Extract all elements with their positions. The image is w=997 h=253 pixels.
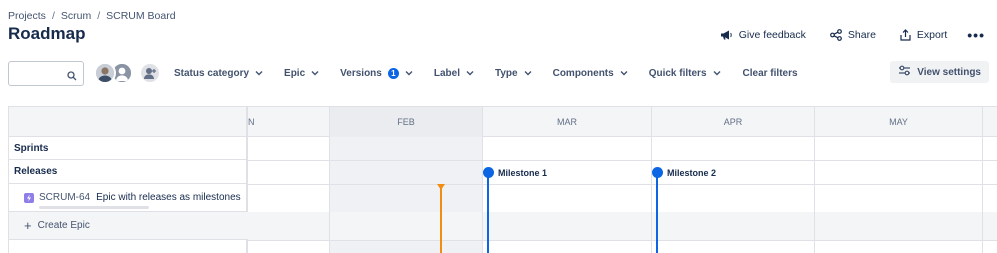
give-feedback-label: Give feedback bbox=[738, 29, 806, 41]
filter-label: Status category bbox=[174, 67, 250, 79]
milestone-marker[interactable] bbox=[483, 167, 494, 178]
page-title: Roadmap bbox=[8, 24, 86, 43]
view-settings-label: View settings bbox=[917, 66, 981, 78]
search-icon[interactable] bbox=[67, 68, 77, 86]
filter-status-category[interactable]: Status category bbox=[166, 65, 271, 82]
milestone-line bbox=[656, 172, 658, 253]
releases-label: Releases bbox=[14, 166, 58, 177]
breadcrumb: Projects / Scrum / SCRUM Board bbox=[8, 10, 176, 22]
month-header: FEB bbox=[330, 107, 483, 137]
epic-summary: Epic with releases as milestones bbox=[96, 192, 241, 203]
sprints-label: Sprints bbox=[14, 142, 49, 154]
month-header: APR bbox=[652, 107, 815, 137]
filter-versions[interactable]: Versions 1 bbox=[332, 65, 421, 82]
clear-filters-button[interactable]: Clear filters bbox=[735, 65, 806, 82]
sliders-icon bbox=[898, 65, 911, 79]
filter-label: Versions bbox=[340, 67, 382, 79]
month-header: N bbox=[248, 107, 330, 137]
plus-icon: + bbox=[24, 218, 32, 233]
chevron-down-icon bbox=[713, 68, 721, 79]
row-divider bbox=[248, 184, 997, 185]
month-divider bbox=[982, 137, 983, 253]
chevron-down-icon bbox=[466, 68, 474, 79]
breadcrumb-separator: / bbox=[51, 10, 55, 22]
breadcrumb-scrum[interactable]: Scrum bbox=[61, 10, 91, 22]
milestone-line bbox=[487, 172, 489, 253]
roadmap-left-panel: Sprints Releases SCRUM-64 Epic with rele… bbox=[9, 107, 248, 253]
give-feedback-button[interactable]: Give feedback bbox=[712, 25, 814, 45]
create-epic-button[interactable]: + Create Epic bbox=[9, 212, 248, 240]
milestone-label[interactable]: Milestone 1 bbox=[498, 168, 547, 178]
filter-label: Type bbox=[494, 67, 518, 79]
search-input[interactable] bbox=[15, 61, 71, 85]
filter-epic[interactable]: Epic bbox=[276, 65, 327, 82]
filter-toolbar: Status category Epic Versions 1 Label Ty… bbox=[8, 60, 989, 86]
row-divider bbox=[248, 160, 997, 161]
row-divider bbox=[248, 240, 997, 241]
month-header: MAY bbox=[815, 107, 983, 137]
share-label: Share bbox=[847, 29, 876, 41]
month-header: MAR bbox=[483, 107, 652, 137]
filter-label: Components bbox=[552, 67, 614, 79]
chevron-down-icon bbox=[620, 68, 628, 79]
assignee-avatars bbox=[94, 62, 161, 84]
chevron-down-icon bbox=[311, 68, 319, 79]
view-settings-button[interactable]: View settings bbox=[890, 61, 989, 83]
epic-row[interactable]: SCRUM-64 Epic with releases as milestone… bbox=[9, 184, 248, 212]
breadcrumb-separator: / bbox=[97, 10, 101, 22]
search-box bbox=[8, 60, 84, 86]
header-actions: Give feedback Share Export ••• bbox=[712, 25, 989, 45]
add-people-button[interactable] bbox=[139, 62, 161, 84]
export-label: Export bbox=[916, 29, 948, 41]
export-icon bbox=[900, 29, 911, 41]
share-icon bbox=[829, 29, 842, 41]
filter-label: Epic bbox=[284, 67, 306, 79]
roadmap-grid: Sprints Releases SCRUM-64 Epic with rele… bbox=[8, 106, 997, 253]
left-panel-header bbox=[9, 107, 246, 137]
chevron-down-icon bbox=[255, 68, 263, 79]
milestone-marker[interactable] bbox=[652, 167, 663, 178]
month-divider bbox=[482, 137, 483, 253]
filter-type[interactable]: Type bbox=[487, 65, 540, 82]
chevron-down-icon bbox=[405, 68, 413, 79]
milestone-label[interactable]: Milestone 2 bbox=[667, 168, 716, 178]
filter-label: Label bbox=[433, 67, 460, 79]
megaphone-icon bbox=[720, 29, 733, 41]
filter-label-dropdown[interactable]: Label bbox=[426, 65, 482, 82]
epic-key-link[interactable]: SCRUM-64 bbox=[39, 192, 90, 203]
filter-components[interactable]: Components bbox=[545, 65, 636, 82]
avatar[interactable] bbox=[94, 62, 116, 84]
create-epic-label: Create Epic bbox=[37, 220, 90, 231]
lightning-icon bbox=[24, 192, 34, 203]
today-line bbox=[440, 187, 442, 253]
roadmap-timeline: N FEB MAR APR MAY Milestone 1 Milestone … bbox=[248, 107, 997, 253]
breadcrumb-projects[interactable]: Projects bbox=[8, 10, 46, 22]
month-divider bbox=[814, 137, 815, 253]
chevron-down-icon bbox=[524, 68, 532, 79]
month-divider bbox=[651, 137, 652, 253]
timeline-header: N FEB MAR APR MAY bbox=[248, 107, 997, 137]
create-epic-row-shade bbox=[248, 212, 997, 240]
export-button[interactable]: Export bbox=[892, 25, 955, 45]
more-actions-button[interactable]: ••• bbox=[963, 25, 989, 45]
month-header bbox=[983, 107, 997, 137]
releases-row[interactable]: Releases bbox=[9, 160, 248, 184]
filter-quick-filters[interactable]: Quick filters bbox=[641, 65, 729, 82]
breadcrumb-scrum-board[interactable]: SCRUM Board bbox=[106, 10, 175, 22]
filter-label: Quick filters bbox=[648, 67, 707, 79]
share-button[interactable]: Share bbox=[822, 25, 884, 45]
sprints-row[interactable]: Sprints bbox=[9, 137, 248, 160]
versions-count-badge: 1 bbox=[387, 67, 399, 79]
month-divider bbox=[329, 137, 330, 253]
epic-progress-bar bbox=[39, 206, 149, 209]
